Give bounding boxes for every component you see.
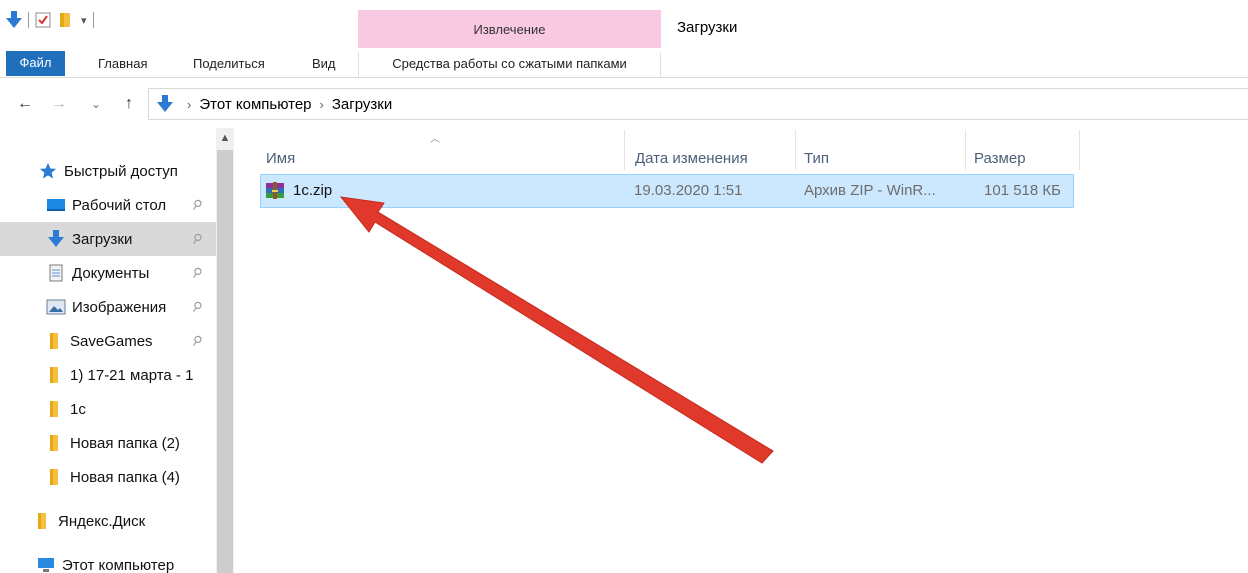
breadcrumb-separator[interactable]: › <box>320 97 324 112</box>
sidebar-item-savegames[interactable]: SaveGames ⚲ <box>0 324 216 358</box>
breadcrumb-this-pc[interactable]: Этот компьютер <box>199 96 311 113</box>
toolbar-divider <box>92 12 94 28</box>
extract-context-group: Извлечение <box>358 10 661 48</box>
sidebar-item-new-folder-4[interactable]: Новая папка (4) <box>0 460 216 494</box>
download-arrow-icon <box>46 230 66 248</box>
sidebar-item-label: Рабочий стол <box>72 196 167 214</box>
properties-check-icon[interactable] <box>35 9 51 31</box>
folder-icon <box>44 332 64 350</box>
navigation-bar: ← → ⌄ ↑ › Этот компьютер › Загрузки <box>0 88 1248 120</box>
breadcrumb-separator[interactable]: › <box>187 97 191 112</box>
tab-file[interactable]: Файл <box>6 51 65 76</box>
file-size: 101 518 КБ <box>984 182 1061 199</box>
back-arrow-icon[interactable]: ← <box>14 92 36 116</box>
ribbon-tabs: Файл Главная Поделиться Вид Средства раб… <box>0 48 1248 78</box>
sidebar-item-label: 1c <box>70 400 86 418</box>
sidebar-item-label: Яндекс.Диск <box>58 512 146 530</box>
sidebar-item-label: Новая папка (2) <box>70 434 180 452</box>
navigation-pane: Быстрый доступ Рабочий стол ⚲ Загрузки ⚲… <box>0 128 234 573</box>
pin-icon[interactable]: ⚲ <box>188 332 205 351</box>
toolbar-divider <box>28 12 29 28</box>
file-date: 19.03.2020 1:51 <box>634 182 743 199</box>
recent-locations-chevron-icon[interactable]: ⌄ <box>88 92 104 116</box>
sidebar-item-label: Новая папка (4) <box>70 468 180 486</box>
scroll-up-arrow-icon[interactable]: ▲ <box>216 132 234 148</box>
winrar-archive-icon <box>265 181 285 201</box>
desktop-icon <box>46 196 66 214</box>
pin-icon[interactable]: ⚲ <box>188 298 205 317</box>
customize-toolbar-icon[interactable]: ▾ <box>81 9 87 31</box>
new-folder-icon[interactable] <box>57 9 73 31</box>
folder-icon <box>44 366 64 384</box>
download-arrow-icon <box>157 95 173 113</box>
sidebar-item-this-pc[interactable]: Этот компьютер <box>0 548 216 573</box>
sidebar-item-folder-march[interactable]: 1) 17-21 марта - 1 <box>0 358 216 392</box>
pin-icon[interactable]: ⚲ <box>188 264 205 283</box>
sidebar-item-folder-1c[interactable]: 1c <box>0 392 216 426</box>
folder-icon <box>44 434 64 452</box>
sidebar-item-yandex-disk[interactable]: Яндекс.Диск <box>0 504 216 538</box>
sidebar-item-downloads[interactable]: Загрузки ⚲ <box>0 222 216 256</box>
file-type: Архив ZIP - WinR... <box>804 182 936 199</box>
sidebar-item-pictures[interactable]: Изображения ⚲ <box>0 290 216 324</box>
sort-ascending-icon: ︿ <box>430 134 440 145</box>
file-list: Имя ︿ Дата изменения Тип Размер 1c.zip 1… <box>234 128 1248 573</box>
sidebar-item-label: 1) 17-21 марта - 1 <box>70 366 194 384</box>
sidebar-item-new-folder-2[interactable]: Новая папка (2) <box>0 426 216 460</box>
table-row[interactable]: 1c.zip 19.03.2020 1:51 Архив ZIP - WinR.… <box>260 174 1074 208</box>
tab-share[interactable]: Поделиться <box>193 52 265 78</box>
column-divider[interactable] <box>795 130 796 170</box>
pin-icon[interactable]: ⚲ <box>188 196 205 215</box>
document-icon <box>46 264 66 282</box>
sidebar-item-label: Этот компьютер <box>62 556 175 573</box>
sidebar-item-label: Быстрый доступ <box>64 162 178 180</box>
column-divider[interactable] <box>965 130 966 170</box>
quick-access-toolbar: ▾ <box>0 8 100 32</box>
sidebar-scroll-thumb[interactable] <box>217 150 233 573</box>
star-icon <box>38 162 58 180</box>
download-arrow-icon <box>6 9 22 31</box>
folder-icon <box>32 512 52 530</box>
sidebar-item-label: SaveGames <box>70 332 153 350</box>
column-divider[interactable] <box>624 130 625 170</box>
pin-icon[interactable]: ⚲ <box>188 230 205 249</box>
window-title: Загрузки <box>677 19 738 36</box>
sidebar-item-quick-access[interactable]: Быстрый доступ <box>0 154 216 188</box>
tab-home[interactable]: Главная <box>98 52 147 78</box>
up-arrow-icon[interactable]: ↑ <box>118 92 140 116</box>
sidebar-item-label: Документы <box>72 264 150 282</box>
sidebar-item-label: Изображения <box>72 298 167 316</box>
sidebar-item-desktop[interactable]: Рабочий стол ⚲ <box>0 188 216 222</box>
tab-view[interactable]: Вид <box>312 52 336 78</box>
pictures-icon <box>46 298 66 316</box>
tab-compressed-folder-tools[interactable]: Средства работы со сжатыми папками <box>358 52 661 78</box>
sidebar-item-label: Загрузки <box>72 230 133 248</box>
folder-icon <box>44 400 64 418</box>
title-bar: ▾ Извлечение Загрузки <box>0 0 1248 48</box>
forward-arrow-icon[interactable]: → <box>48 92 70 116</box>
folder-icon <box>44 468 64 486</box>
computer-icon <box>36 556 56 573</box>
breadcrumb-downloads[interactable]: Загрузки <box>332 96 392 113</box>
sidebar-item-documents[interactable]: Документы ⚲ <box>0 256 216 290</box>
column-divider[interactable] <box>1079 130 1080 170</box>
address-bar[interactable]: › Этот компьютер › Загрузки <box>148 88 1248 120</box>
file-name[interactable]: 1c.zip <box>293 175 332 207</box>
